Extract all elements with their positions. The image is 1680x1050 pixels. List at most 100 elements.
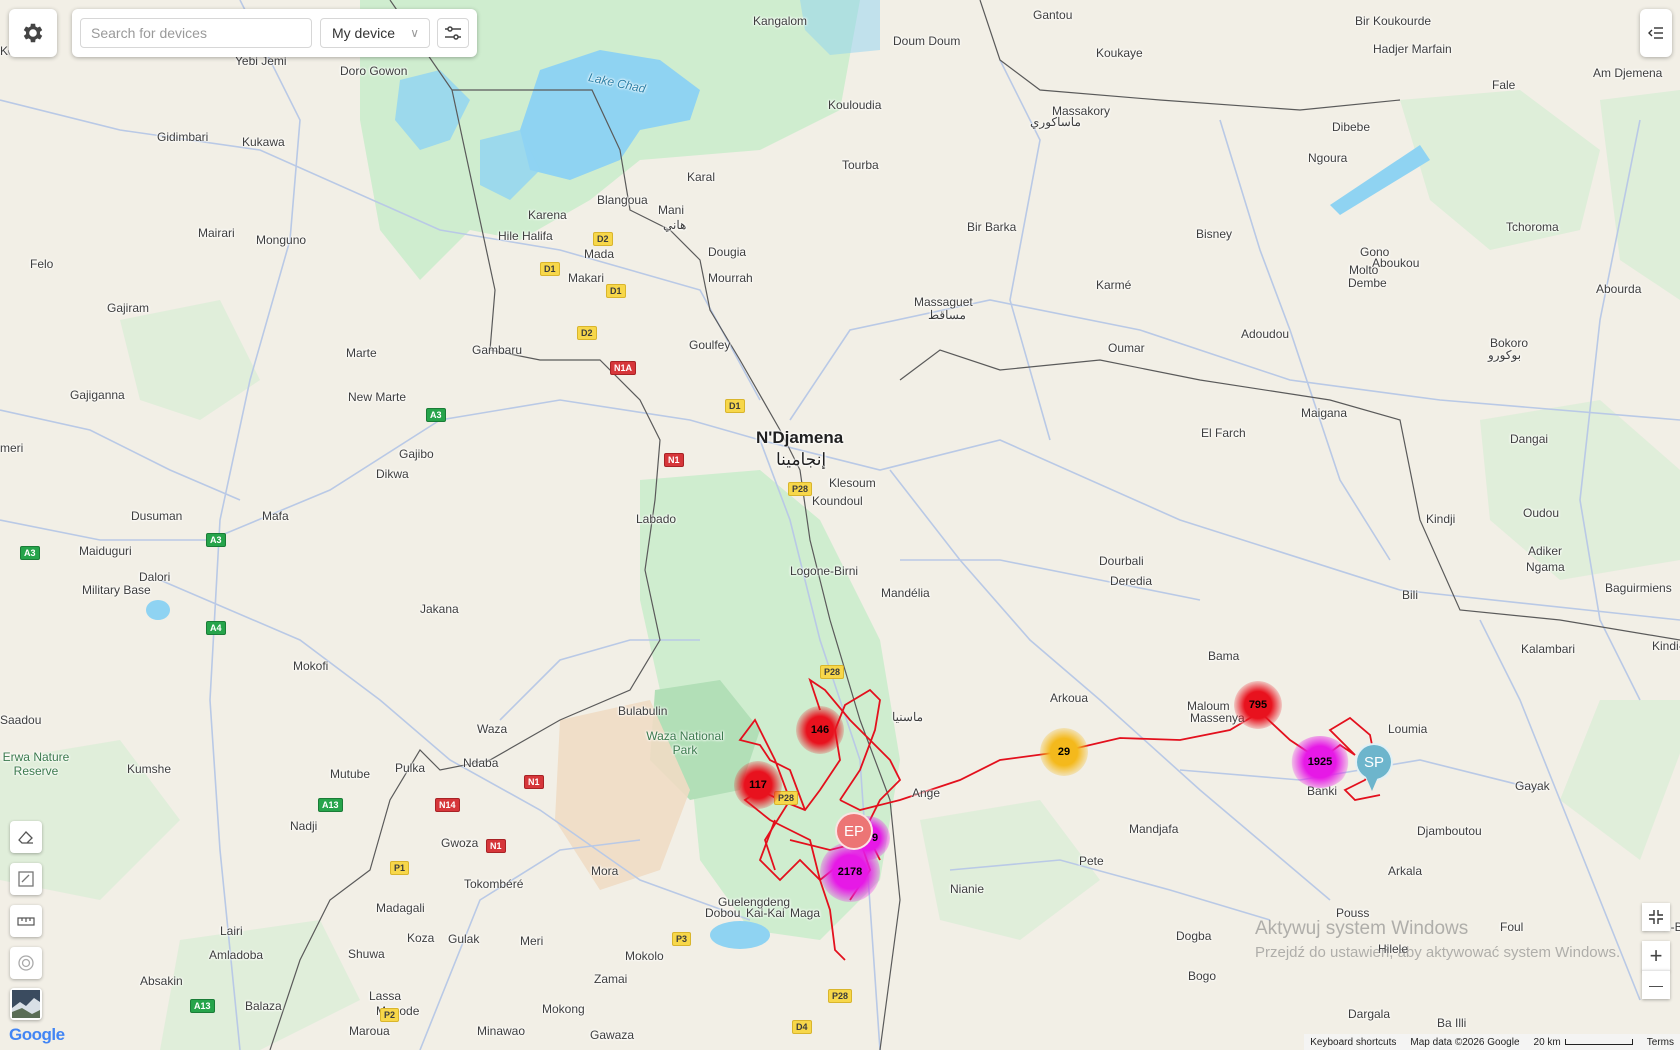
terms-link[interactable]: Terms	[1647, 1037, 1674, 1048]
place-label: meri	[0, 441, 24, 455]
road-shield: P2	[380, 1008, 400, 1022]
map-data-attribution: Map data ©2026 Google	[1410, 1036, 1520, 1048]
road-shield: P1	[390, 861, 410, 875]
zoom-out-button[interactable]: —	[1642, 970, 1670, 999]
cluster-count: 146	[810, 724, 830, 736]
place-label: Hadjer Marfain	[1373, 42, 1452, 56]
map-type-button[interactable]	[10, 988, 42, 1020]
place-label: Bulabulin	[618, 704, 668, 718]
place-label: Shuwa	[348, 947, 385, 961]
place-label: ماسنيا	[892, 710, 924, 724]
ruler-tool-button[interactable]	[10, 905, 42, 937]
place-label: Maiduguri	[79, 544, 132, 558]
place-label: Koundoul	[812, 494, 863, 508]
eraser-tool-button[interactable]	[10, 821, 42, 853]
road-shield: A13	[318, 798, 343, 812]
place-label: Molto	[1349, 263, 1379, 277]
locate-button[interactable]	[10, 947, 42, 979]
scale-label: 20 km	[1533, 1036, 1561, 1048]
road-shield: A3	[20, 546, 40, 560]
place-label: Fale	[1492, 78, 1516, 92]
place-label: Balaza	[245, 999, 282, 1013]
device-select[interactable]: My device ∨	[320, 18, 430, 48]
panel-toggle-button[interactable]	[1640, 9, 1672, 57]
cluster-count: 1925	[1307, 756, 1333, 768]
place-label: Goulfey	[689, 338, 731, 352]
road-shield: D2	[577, 326, 597, 340]
place-label: هاني	[663, 218, 687, 232]
draw-area-button[interactable]	[10, 863, 42, 895]
place-label: Blangoua	[597, 193, 648, 207]
place-label: Dusuman	[131, 509, 183, 523]
search-devices-input[interactable]	[80, 18, 312, 48]
road-shield: A3	[426, 408, 446, 422]
draw-area-icon	[18, 871, 34, 887]
target-icon	[18, 955, 34, 971]
place-label: Maga	[790, 906, 821, 920]
cluster-count: 2178	[837, 866, 863, 878]
road-shield: D4	[792, 1020, 812, 1034]
place-label: Doro Gowon	[340, 64, 408, 78]
keyboard-shortcuts-link[interactable]: Keyboard shortcuts	[1310, 1037, 1396, 1048]
road-shield: A4	[206, 621, 226, 635]
satellite-thumbnail-icon	[12, 990, 40, 1018]
eraser-icon	[18, 831, 33, 844]
place-label: Meri	[520, 934, 544, 948]
place-label: مساقط	[928, 308, 966, 322]
scale-bar[interactable]: 20 km	[1534, 1037, 1633, 1048]
place-label: Klesoum	[829, 476, 876, 490]
cluster-2178[interactable]: 2178	[820, 842, 880, 902]
cluster-117[interactable]: 117	[734, 761, 782, 809]
chevron-down-icon: ∨	[410, 26, 419, 40]
place-label: Maigana	[1301, 406, 1348, 420]
cluster-count: 29	[1057, 746, 1071, 758]
place-label: Dalori	[139, 570, 171, 584]
cluster-29[interactable]: 29	[1040, 728, 1088, 776]
place-label: Djamboutou	[1417, 824, 1482, 838]
cluster-count: 117	[749, 779, 767, 791]
road-shield: P28	[828, 989, 853, 1003]
place-label: Koza	[407, 931, 435, 945]
place-label: Gidimbari	[157, 130, 209, 144]
cluster-795[interactable]: 795	[1234, 681, 1282, 729]
place-label: Deredia	[1110, 574, 1153, 588]
road-shield: P28	[788, 482, 813, 496]
filter-button[interactable]	[437, 18, 469, 48]
zoom-in-button[interactable]: +	[1642, 941, 1670, 971]
place-label: Bisney	[1196, 227, 1233, 241]
place-label: Dikwa	[376, 467, 409, 481]
place-label: Zamai	[594, 972, 628, 986]
start-point-pin-tail	[1366, 777, 1378, 791]
fit-bounds-button[interactable]	[1642, 903, 1670, 931]
place-label: Mourrah	[708, 271, 753, 285]
major-city-label: N'Djamena	[756, 428, 844, 447]
place-label: Makari	[568, 271, 605, 285]
device-toolbar: My device ∨	[72, 9, 477, 57]
place-label: Dangai	[1510, 432, 1549, 446]
road-shield: N1	[486, 839, 506, 853]
cluster-146[interactable]: 146	[796, 706, 844, 754]
place-label: Bogo	[1188, 969, 1217, 983]
road-shield: N14	[435, 798, 460, 812]
place-label: Mokofi	[293, 659, 329, 673]
place-label: Karena	[528, 208, 567, 222]
road-shield: D1	[606, 284, 626, 298]
place-label: Mokolo	[625, 949, 664, 963]
place-label: Monguno	[256, 233, 307, 247]
start-point-marker[interactable]: SP	[1355, 743, 1393, 781]
place-label: Nianie	[950, 882, 985, 896]
place-label: Mora	[591, 864, 619, 878]
place-label: Pete	[1079, 854, 1104, 868]
cluster-1925[interactable]: 1925	[1290, 736, 1350, 788]
road-shield: D1	[725, 399, 745, 413]
place-label: Dembe	[1348, 276, 1387, 290]
place-label: Bili	[1402, 588, 1419, 602]
end-point-marker[interactable]: EP	[835, 812, 873, 850]
place-label: Gwoza	[441, 836, 479, 850]
place-label: Mandjafa	[1129, 822, 1179, 836]
place-label: Gajiganna	[70, 388, 125, 402]
place-label: Waza	[477, 722, 508, 736]
place-label: Karmé	[1096, 278, 1132, 292]
settings-button[interactable]	[9, 9, 57, 57]
place-label: Oumar	[1108, 341, 1145, 355]
